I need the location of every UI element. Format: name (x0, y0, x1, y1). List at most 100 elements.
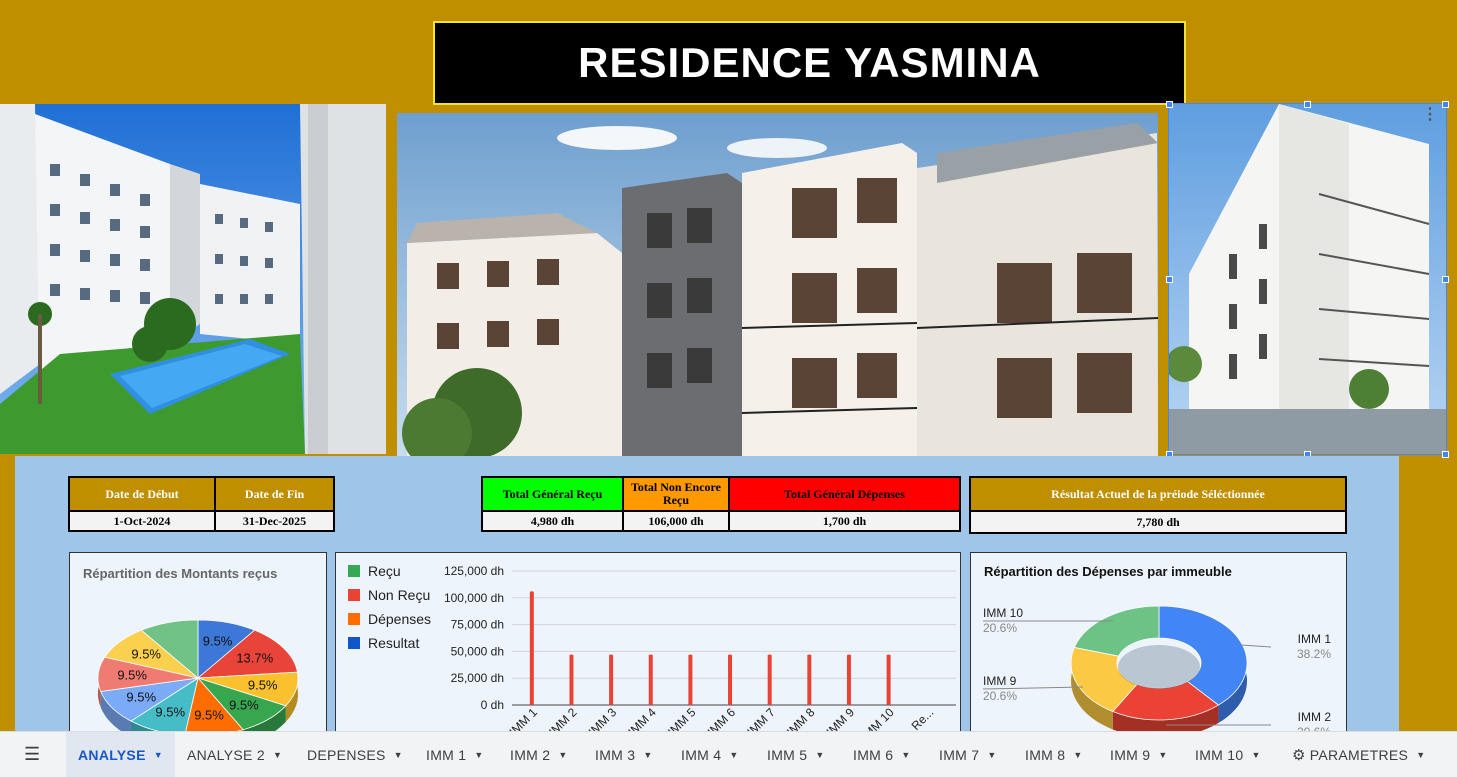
sheet-tab-label: IMM 6 (853, 747, 894, 763)
sheet-tab-parametres[interactable]: ⚙ PARAMETRES ▼ (1280, 732, 1428, 777)
caret-down-icon[interactable]: ▼ (1158, 750, 1167, 760)
chart-card-bar[interactable]: Reçu Non Reçu Dépenses Resultat 125,000 dh 10… (335, 552, 961, 742)
caret-down-icon[interactable]: ▼ (729, 750, 738, 760)
bar (886, 654, 891, 705)
caret-down-icon[interactable]: ▼ (1251, 750, 1260, 760)
y-tick-label: 50,000 dh (451, 644, 504, 658)
chart-card-montants-recus[interactable]: Répartition des Montants reçus 9.5% 13.7%… (69, 552, 327, 742)
legend-label: Resultat (368, 635, 419, 651)
bar (728, 654, 733, 705)
page-title: RESIDENCE YASMINA (578, 39, 1041, 86)
caret-down-icon[interactable]: ▼ (558, 750, 567, 760)
caret-down-icon[interactable]: ▼ (815, 750, 824, 760)
y-tick-label: 0 dh (481, 698, 504, 712)
chart-card-depenses[interactable]: Répartition des Dépenses par immeuble IM… (970, 552, 1347, 742)
donut-label: IMM 1 (1298, 632, 1332, 646)
pie-data-label: 9.5% (248, 678, 278, 693)
donut-chart-depenses: IMM 138.2%IMM 220.6%IMM 920.6%IMM 1020.6… (982, 605, 1332, 739)
start-date-label: Date de Début (68, 476, 216, 512)
end-date-label: Date de Fin (214, 476, 335, 512)
sheet-tab-label: ANALYSE (78, 747, 146, 763)
bar (569, 654, 574, 705)
total-depenses-value: 1,700 dh (728, 510, 961, 532)
sheet-tab-label: DEPENSES (307, 747, 386, 763)
pie-chart-montants-recus: 9.5%13.7%9.5%9.5%9.5%9.5%9.5%9.5%9.5% (97, 619, 299, 741)
sheet-tab-imm-3[interactable]: IMM 3 ▼ (583, 732, 661, 777)
sheet-tab-label: IMM 9 (1110, 747, 1151, 763)
leader-line (1240, 644, 1272, 648)
dates-table: Date de Début Date de Fin 1-Oct-2024 31-… (68, 476, 335, 532)
sheet-tab-analyse-2[interactable]: ANALYSE 2 ▼ (175, 732, 287, 777)
caret-down-icon[interactable]: ▼ (394, 750, 403, 760)
resize-handle[interactable] (1166, 276, 1173, 283)
caret-down-icon[interactable]: ▼ (273, 750, 282, 760)
legend-label: Dépenses (368, 611, 431, 627)
sheet-tab-imm-8[interactable]: IMM 8 ▼ (1013, 732, 1090, 777)
donut-label: IMM 2 (1298, 710, 1332, 724)
more-options-icon[interactable]: ⋮ (1422, 107, 1438, 123)
start-date-value[interactable]: 1-Oct-2024 (68, 510, 216, 532)
bar (529, 591, 534, 705)
sheet-tab-imm-7[interactable]: IMM 7 ▼ (927, 732, 1005, 777)
pie-data-label: 9.5% (126, 690, 156, 705)
pie-data-label: 9.5% (203, 633, 233, 648)
sheet-tab-imm-4[interactable]: IMM 4 ▼ (669, 732, 747, 777)
resize-handle[interactable] (1166, 101, 1173, 108)
bar-chart: Reçu Non Reçu Dépenses Resultat 125,000 dh 10… (348, 563, 956, 741)
caret-down-icon[interactable]: ▼ (474, 750, 483, 760)
sheet-tab-label: IMM 8 (1025, 747, 1066, 763)
bar (846, 654, 851, 705)
y-tick-label: 100,000 dh (444, 591, 504, 605)
result-table: Résultat Actuel de la préiode Séléctionn… (969, 476, 1347, 534)
sheet-tab-label: IMM 3 (595, 747, 636, 763)
resize-handle[interactable] (1442, 276, 1449, 283)
resize-handle[interactable] (1442, 451, 1449, 458)
sheet-tab-imm-1[interactable]: IMM 1 ▼ (414, 732, 490, 777)
pie-data-label: 9.5% (117, 667, 147, 682)
caret-down-icon[interactable]: ▼ (987, 750, 996, 760)
donut-value-label: 38.2% (1297, 647, 1331, 661)
sheet-tab-bar: ☰ ANALYSE ▼ ANALYSE 2 ▼ DEPENSES ▼ IMM 1 ▼ IMM 2… (0, 731, 1457, 777)
donut-hole-shadow (1118, 645, 1200, 689)
sheet-tab-depenses[interactable]: DEPENSES ▼ (295, 732, 406, 777)
total-recu-label: Total Général Reçu (481, 476, 624, 512)
resize-handle[interactable] (1304, 101, 1311, 108)
sheet-tab-label: IMM 1 (426, 747, 467, 763)
resize-handle[interactable] (1442, 101, 1449, 108)
pie-data-label: 9.5% (155, 705, 185, 720)
caret-down-icon[interactable]: ▼ (1416, 750, 1425, 760)
bar (648, 654, 653, 705)
sheet-tab-imm-9[interactable]: IMM 9 ▼ (1098, 732, 1175, 777)
photo-apartments-center (397, 113, 1158, 458)
photo-white-building[interactable]: ⋮ (1168, 103, 1447, 455)
caret-down-icon[interactable]: ▼ (154, 750, 163, 760)
y-tick-label: 75,000 dh (451, 618, 504, 632)
y-tick-label: 125,000 dh (444, 564, 504, 578)
all-sheets-menu-icon[interactable]: ☰ (24, 744, 44, 764)
totals-table: Total Général Reçu Total Non Encore Reçu… (481, 476, 961, 532)
legend-swatch (348, 637, 360, 649)
donut-label: IMM 9 (983, 674, 1017, 688)
photo-pool-courtyard (0, 104, 386, 454)
sheet-tab-imm-6[interactable]: IMM 6 ▼ (841, 732, 919, 777)
total-non-recu-value: 106,000 dh (622, 510, 730, 532)
sheet-tab-analyse[interactable]: ANALYSE ▼ (66, 732, 175, 777)
sheet-tab-imm-10[interactable]: IMM 10 ▼ (1183, 732, 1263, 777)
total-recu-value: 4,980 dh (481, 510, 624, 532)
pie-data-label: 9.5% (194, 708, 224, 723)
total-non-recu-label: Total Non Encore Reçu (622, 476, 730, 512)
end-date-value[interactable]: 31-Dec-2025 (214, 510, 335, 532)
pie-data-label: 9.5% (229, 697, 259, 712)
x-tick-label: Re... (909, 705, 937, 733)
sheet-tab-imm-2[interactable]: IMM 2 ▼ (498, 732, 575, 777)
result-label: Résultat Actuel de la préiode Séléctionn… (969, 476, 1347, 512)
caret-down-icon[interactable]: ▼ (643, 750, 652, 760)
legend-swatch (348, 589, 360, 601)
caret-down-icon[interactable]: ▼ (1073, 750, 1082, 760)
sheet-tab-label: ANALYSE 2 (187, 747, 265, 763)
sheet-tab-imm-5[interactable]: IMM 5 ▼ (755, 732, 833, 777)
sheet-tab-label: PARAMETRES (1309, 747, 1409, 763)
gear-icon: ⚙ (1292, 747, 1306, 764)
caret-down-icon[interactable]: ▼ (901, 750, 910, 760)
legend-swatch (348, 613, 360, 625)
